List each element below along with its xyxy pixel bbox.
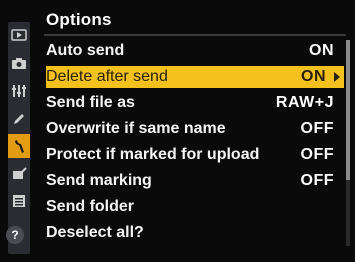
menu-item-value: RAW+J [275, 94, 334, 111]
menu-tab-sidebar [8, 22, 30, 254]
menu-item-deselect-all[interactable]: Deselect all? [46, 222, 344, 244]
menu-item-send-folder[interactable]: Send folder [46, 196, 344, 218]
menu-item-value: ON [309, 42, 334, 59]
menu-item-overwrite-if-same-name[interactable]: Overwrite if same name OFF [46, 118, 344, 140]
menu-item-value: OFF [300, 120, 334, 137]
menu-item-value: ON [301, 68, 326, 85]
playback-icon[interactable] [10, 26, 28, 44]
menu-item-delete-after-send[interactable]: Delete after send ON [46, 66, 344, 88]
menu-item-value: OFF [300, 172, 334, 189]
menu-item-label: Send marking [46, 172, 152, 189]
my-menu-icon[interactable] [10, 192, 28, 210]
menu-item-send-file-as[interactable]: Send file as RAW+J [46, 92, 344, 114]
pencil-icon[interactable] [10, 110, 28, 128]
help-icon[interactable]: ? [6, 226, 24, 244]
menu-item-auto-send[interactable]: Auto send ON [46, 40, 344, 62]
wrench-icon[interactable] [8, 134, 30, 158]
menu-item-label: Deselect all? [46, 224, 144, 241]
chevron-right-icon [334, 72, 340, 82]
retouch-icon[interactable] [10, 164, 28, 182]
menu-item-label: Send file as [46, 94, 135, 111]
title-divider [44, 34, 346, 36]
menu-item-label: Protect if marked for upload [46, 146, 260, 163]
menu-item-value: OFF [300, 146, 334, 163]
page-title: Options [46, 10, 112, 29]
menu-item-label: Auto send [46, 42, 125, 59]
menu-item-send-marking[interactable]: Send marking OFF [46, 170, 344, 192]
camera-icon[interactable] [10, 54, 28, 72]
menu-item-label: Send folder [46, 198, 135, 215]
menu-item-label: Overwrite if same name [46, 120, 226, 137]
scrollbar-thumb[interactable] [346, 40, 350, 180]
menu-item-label: Delete after send [46, 68, 168, 85]
custom-settings-icon[interactable] [10, 82, 28, 100]
menu-item-protect-if-marked[interactable]: Protect if marked for upload OFF [46, 144, 344, 166]
camera-menu-screen: ? Options Auto send ON Delete after send… [0, 0, 355, 262]
